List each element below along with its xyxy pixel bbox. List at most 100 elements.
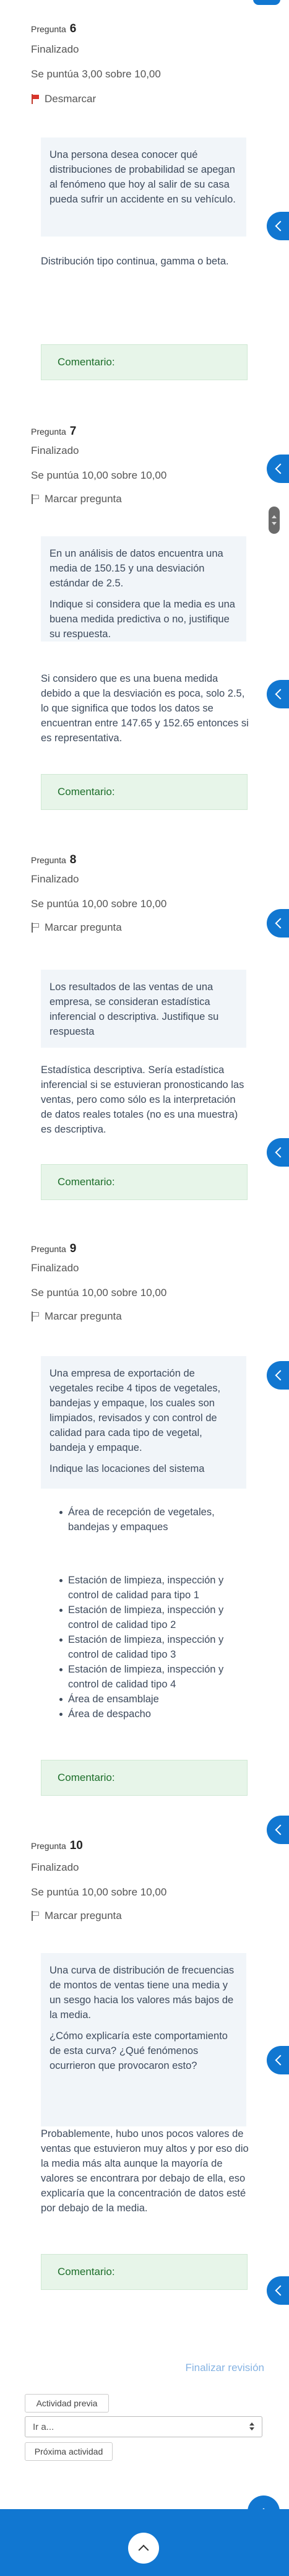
question-text: En un análisis de datos encuentra una me… xyxy=(41,536,246,642)
chevron-left-icon xyxy=(275,1370,286,1381)
question-text: Los resultados de las ventas de una empr… xyxy=(41,970,246,1048)
question-label: Pregunta xyxy=(31,1244,66,1254)
list-item: Área de recepción de vegetales, bandejas… xyxy=(59,1505,245,1534)
comment-box: Comentario: xyxy=(41,1760,248,1796)
flag-outline-icon xyxy=(31,1312,40,1321)
chevron-up-icon xyxy=(138,2544,149,2555)
comment-label: Comentario: xyxy=(58,2266,115,2278)
drawer-toggle-button[interactable] xyxy=(267,909,289,938)
flag-question-button[interactable]: Marcar pregunta xyxy=(31,493,122,505)
drawer-toggle-button[interactable] xyxy=(267,1816,289,1844)
flag-label: Marcar pregunta xyxy=(45,1910,122,1921)
comment-box: Comentario: xyxy=(41,774,248,810)
answer-paragraph: Distribución tipo continua, gamma o beta… xyxy=(41,256,229,267)
question-paragraph: Una curva de distribución de frecuencias… xyxy=(50,1965,235,2021)
chevron-left-icon xyxy=(275,918,286,929)
question-grade: Se puntúa 3,00 sobre 10,00 xyxy=(31,68,161,80)
list-item: Estación de limpieza, inspección y contr… xyxy=(59,1662,245,1692)
prev-activity-button[interactable]: Actividad previa xyxy=(25,2394,109,2413)
comment-label: Comentario: xyxy=(58,786,115,798)
drawer-toggle-button[interactable] xyxy=(267,455,289,483)
flag-outline-icon xyxy=(31,1911,40,1921)
question-state: Finalizado xyxy=(31,445,79,456)
question-grade: Se puntúa 10,00 sobre 10,00 xyxy=(31,1886,167,1898)
drawer-toggle-button[interactable] xyxy=(267,1138,289,1167)
question-paragraph: Indique las locaciones del sistema xyxy=(50,1463,205,1474)
flag-question-button[interactable]: Marcar pregunta xyxy=(31,921,122,934)
flag-outline-icon xyxy=(31,494,40,504)
chevron-left-icon xyxy=(275,689,286,700)
list-item: Estación de limpieza, inspección y contr… xyxy=(59,1603,245,1632)
question-paragraph: Indique si considera que la media es una… xyxy=(50,599,235,640)
drawer-toggle-button[interactable] xyxy=(267,1361,289,1390)
question-state: Finalizado xyxy=(31,43,79,55)
answer-list: Área de recepción de vegetales, bandejas… xyxy=(59,1505,245,1534)
question-grade: Se puntúa 10,00 sobre 10,00 xyxy=(31,898,167,910)
question-paragraph: En un análisis de datos encuentra una me… xyxy=(50,548,223,589)
flag-red-icon xyxy=(31,94,40,104)
question-number: Pregunta 6 xyxy=(31,22,76,36)
question-label: Pregunta xyxy=(31,1841,66,1851)
question-paragraph: Una empresa de exportación de vegetales … xyxy=(50,1368,221,1453)
question-text: Una empresa de exportación de vegetales … xyxy=(41,1356,246,1489)
answer-text: Probablemente, hubo unos pocos valores d… xyxy=(41,2126,249,2216)
chevron-left-icon xyxy=(275,1147,286,1158)
comment-label: Comentario: xyxy=(58,1176,115,1188)
question-state: Finalizado xyxy=(31,873,79,885)
question-paragraph: Los resultados de las ventas de una empr… xyxy=(50,981,219,1037)
drawer-toggle-button[interactable] xyxy=(267,680,289,708)
flag-question-button[interactable]: Marcar pregunta xyxy=(31,1310,122,1323)
select-arrows-icon xyxy=(249,2422,254,2430)
drawer-toggle-button[interactable] xyxy=(267,212,289,240)
question-text: Una persona desea conocer qué distribuci… xyxy=(41,137,246,237)
question-paragraph: ¿Cómo explicaría este comportamiento de … xyxy=(50,2030,228,2071)
question-state: Finalizado xyxy=(31,1262,79,1274)
answer-text: Si considero que es una buena medida deb… xyxy=(41,671,249,746)
list-item: Estación de limpieza, inspección y contr… xyxy=(59,1632,245,1662)
question-label: Pregunta xyxy=(31,24,66,34)
top-edge-tab[interactable] xyxy=(253,0,280,5)
answer-paragraph: Probablemente, hubo unos pocos valores d… xyxy=(41,2128,249,2214)
unflag-question-button[interactable]: Desmarcar xyxy=(31,93,96,105)
flag-label: Marcar pregunta xyxy=(45,1310,122,1322)
answer-list: Estación de limpieza, inspección y contr… xyxy=(59,1573,245,1721)
chevron-left-icon xyxy=(275,2055,286,2066)
flag-question-button[interactable]: Marcar pregunta xyxy=(31,1910,122,1922)
question-number: Pregunta 9 xyxy=(31,1242,76,1256)
question-state: Finalizado xyxy=(31,1861,79,1873)
comment-label: Comentario: xyxy=(58,1772,115,1783)
chevron-left-icon xyxy=(275,1824,286,1835)
list-item: Estación de limpieza, inspección y contr… xyxy=(59,1573,245,1603)
footer-back-to-top-button[interactable] xyxy=(128,2533,159,2564)
scroll-handle[interactable] xyxy=(269,507,280,534)
answer-text: Estadística descriptiva. Sería estadísti… xyxy=(41,1063,249,1137)
question-grade: Se puntúa 10,00 sobre 10,00 xyxy=(31,1287,167,1299)
question-number-value: 7 xyxy=(69,425,77,438)
select-value: Ir a... xyxy=(33,2421,54,2432)
chevron-left-icon xyxy=(275,220,286,232)
drawer-toggle-button[interactable] xyxy=(267,2276,289,2305)
jump-to-select[interactable]: Ir a... xyxy=(25,2416,262,2437)
next-activity-button[interactable]: Próxima actividad xyxy=(25,2442,113,2461)
comment-box: Comentario: xyxy=(41,344,248,380)
question-number: Pregunta 10 xyxy=(31,1839,83,1853)
question-number: Pregunta 8 xyxy=(31,853,76,867)
answer-text: Distribución tipo continua, gamma o beta… xyxy=(41,254,249,269)
drawer-toggle-button[interactable] xyxy=(267,2046,289,2074)
comment-label: Comentario: xyxy=(58,356,115,368)
question-label: Pregunta xyxy=(31,855,66,865)
flag-outline-icon xyxy=(31,923,40,933)
answer-paragraph: Estadística descriptiva. Sería estadísti… xyxy=(41,1064,244,1135)
comment-box: Comentario: xyxy=(41,2254,248,2290)
question-paragraph: Una persona desea conocer qué distribuci… xyxy=(50,149,236,205)
answer-paragraph: Si considero que es una buena medida deb… xyxy=(41,673,249,744)
question-text: Una curva de distribución de frecuencias… xyxy=(41,1953,246,2126)
finish-review-link[interactable]: Finalizar revisión xyxy=(185,2362,264,2374)
comment-box: Comentario: xyxy=(41,1164,248,1200)
question-number-value: 10 xyxy=(69,1839,83,1852)
flag-label: Marcar pregunta xyxy=(45,921,122,933)
question-number: Pregunta 7 xyxy=(31,425,76,438)
question-grade: Se puntúa 10,00 sobre 10,00 xyxy=(31,469,167,481)
question-number-value: 9 xyxy=(69,1242,77,1255)
list-item: Área de despacho xyxy=(59,1707,245,1721)
